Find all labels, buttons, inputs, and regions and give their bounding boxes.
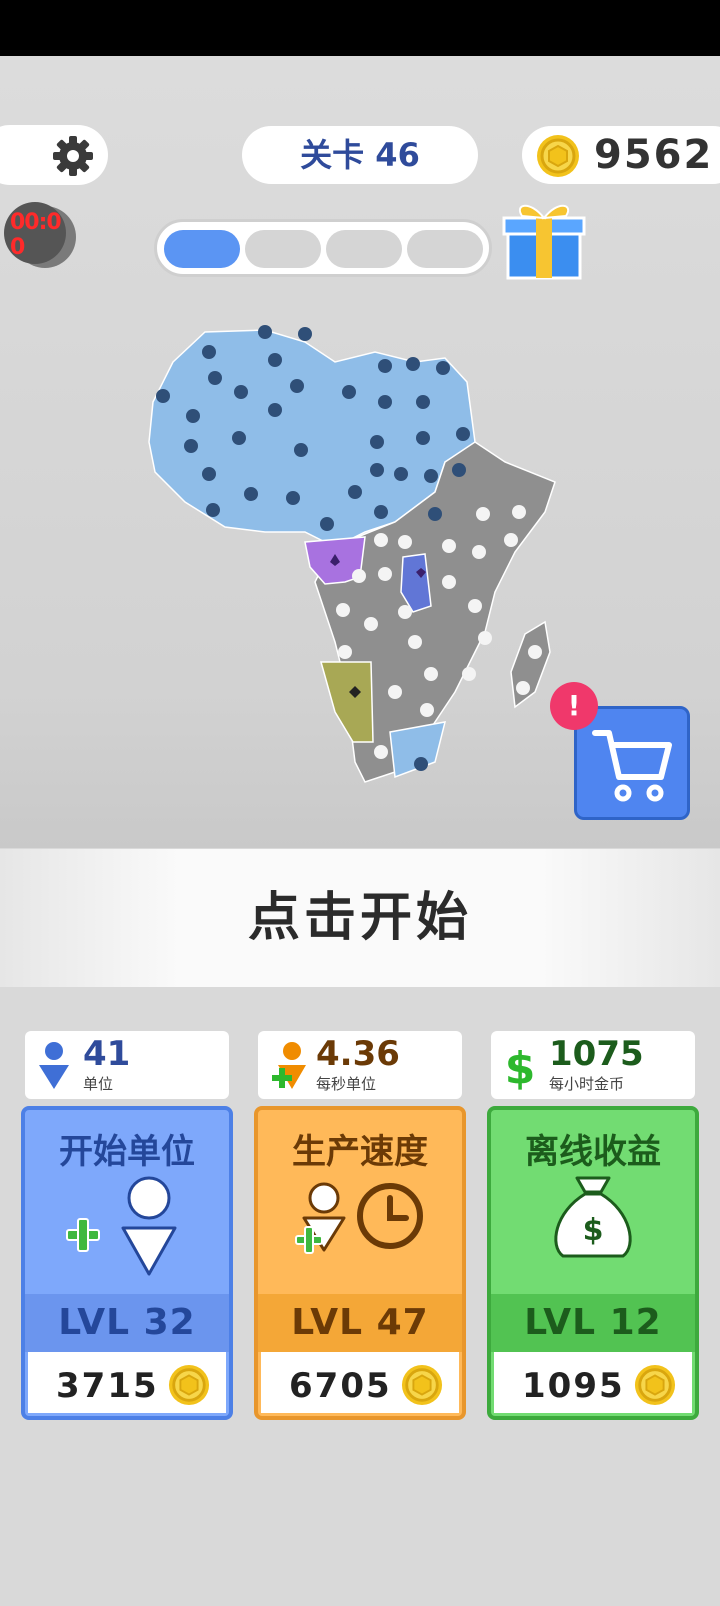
svg-text:$: $ [505, 1043, 536, 1091]
upgrade-title: 离线收益 [525, 1132, 661, 1172]
progress-segment [407, 230, 483, 268]
upgrade-cost: 1095 [494, 1352, 692, 1413]
person-icon [39, 1042, 69, 1089]
upgrade-level: LVL 32 [25, 1294, 229, 1352]
stat-offline-label: 每小时金币 [549, 1075, 625, 1093]
status-bar [0, 0, 720, 56]
upgrade-level: LVL 12 [491, 1294, 695, 1352]
level-label: 关卡 46 [242, 126, 478, 184]
stat-units-label: 单位 [83, 1075, 114, 1093]
stat-speed-value: 4.36 [316, 1034, 400, 1074]
settings-button[interactable] [0, 125, 108, 185]
upgrade-cost-value: 3715 [56, 1366, 159, 1406]
upgrade-cost: 3715 [28, 1352, 226, 1413]
coin-icon [401, 1364, 443, 1406]
stat-units-value: 41 [83, 1034, 131, 1074]
tap-to-start-button[interactable]: 点击开始 [0, 849, 720, 987]
upgrade-production-speed[interactable]: 生产速度 LVL 47 6705 [254, 1106, 466, 1420]
upgrade-offline-income[interactable]: 离线收益 $ LVL 12 1095 [487, 1106, 699, 1420]
upgrade-title: 生产速度 [292, 1132, 428, 1172]
alert-icon: ! [550, 682, 598, 730]
person-plus-icon [66, 1176, 177, 1276]
stat-speed-label: 每秒单位 [316, 1075, 377, 1093]
upgrade-cost: 6705 [261, 1352, 459, 1413]
shop-button[interactable] [574, 706, 690, 820]
stat-offline: $ 1075 每小时金币 [491, 1031, 695, 1099]
person-plus-icon [272, 1042, 306, 1089]
upgrade-level: LVL 47 [258, 1294, 462, 1352]
region-enemy-olive [320, 661, 374, 743]
stat-offline-value: 1075 [549, 1034, 644, 1074]
stat-speed: 4.36 每秒单位 [258, 1031, 462, 1099]
timer-text: 00:00 [10, 210, 62, 260]
gear-icon [53, 136, 93, 176]
coin-icon [537, 135, 579, 177]
timer: 00:00 [4, 202, 82, 270]
progress-segment [164, 230, 240, 268]
progress-segment [326, 230, 402, 268]
africa-map[interactable] [145, 322, 575, 802]
upgrade-cost-value: 1095 [522, 1366, 625, 1406]
cart-icon [592, 730, 672, 802]
upgrade-title: 开始单位 [59, 1132, 195, 1172]
dollar-icon: $ [505, 1043, 536, 1091]
coin-balance: 9562 [522, 126, 720, 184]
person-clock-icon [295, 1182, 423, 1254]
region-madagascar [510, 620, 551, 709]
svg-text:$: $ [583, 1213, 604, 1248]
coin-icon [168, 1364, 210, 1406]
gift-icon[interactable] [500, 196, 586, 282]
stat-units: 41 单位 [25, 1031, 229, 1099]
coin-count: 9562 [594, 132, 714, 178]
upgrade-cost-value: 6705 [289, 1366, 392, 1406]
coin-icon [634, 1364, 676, 1406]
upgrade-start-units[interactable]: 开始单位 LVL 32 3715 [21, 1106, 233, 1420]
progress-segment [245, 230, 321, 268]
money-bag-icon: $ [554, 1176, 632, 1258]
level-progress-bar [154, 219, 492, 277]
